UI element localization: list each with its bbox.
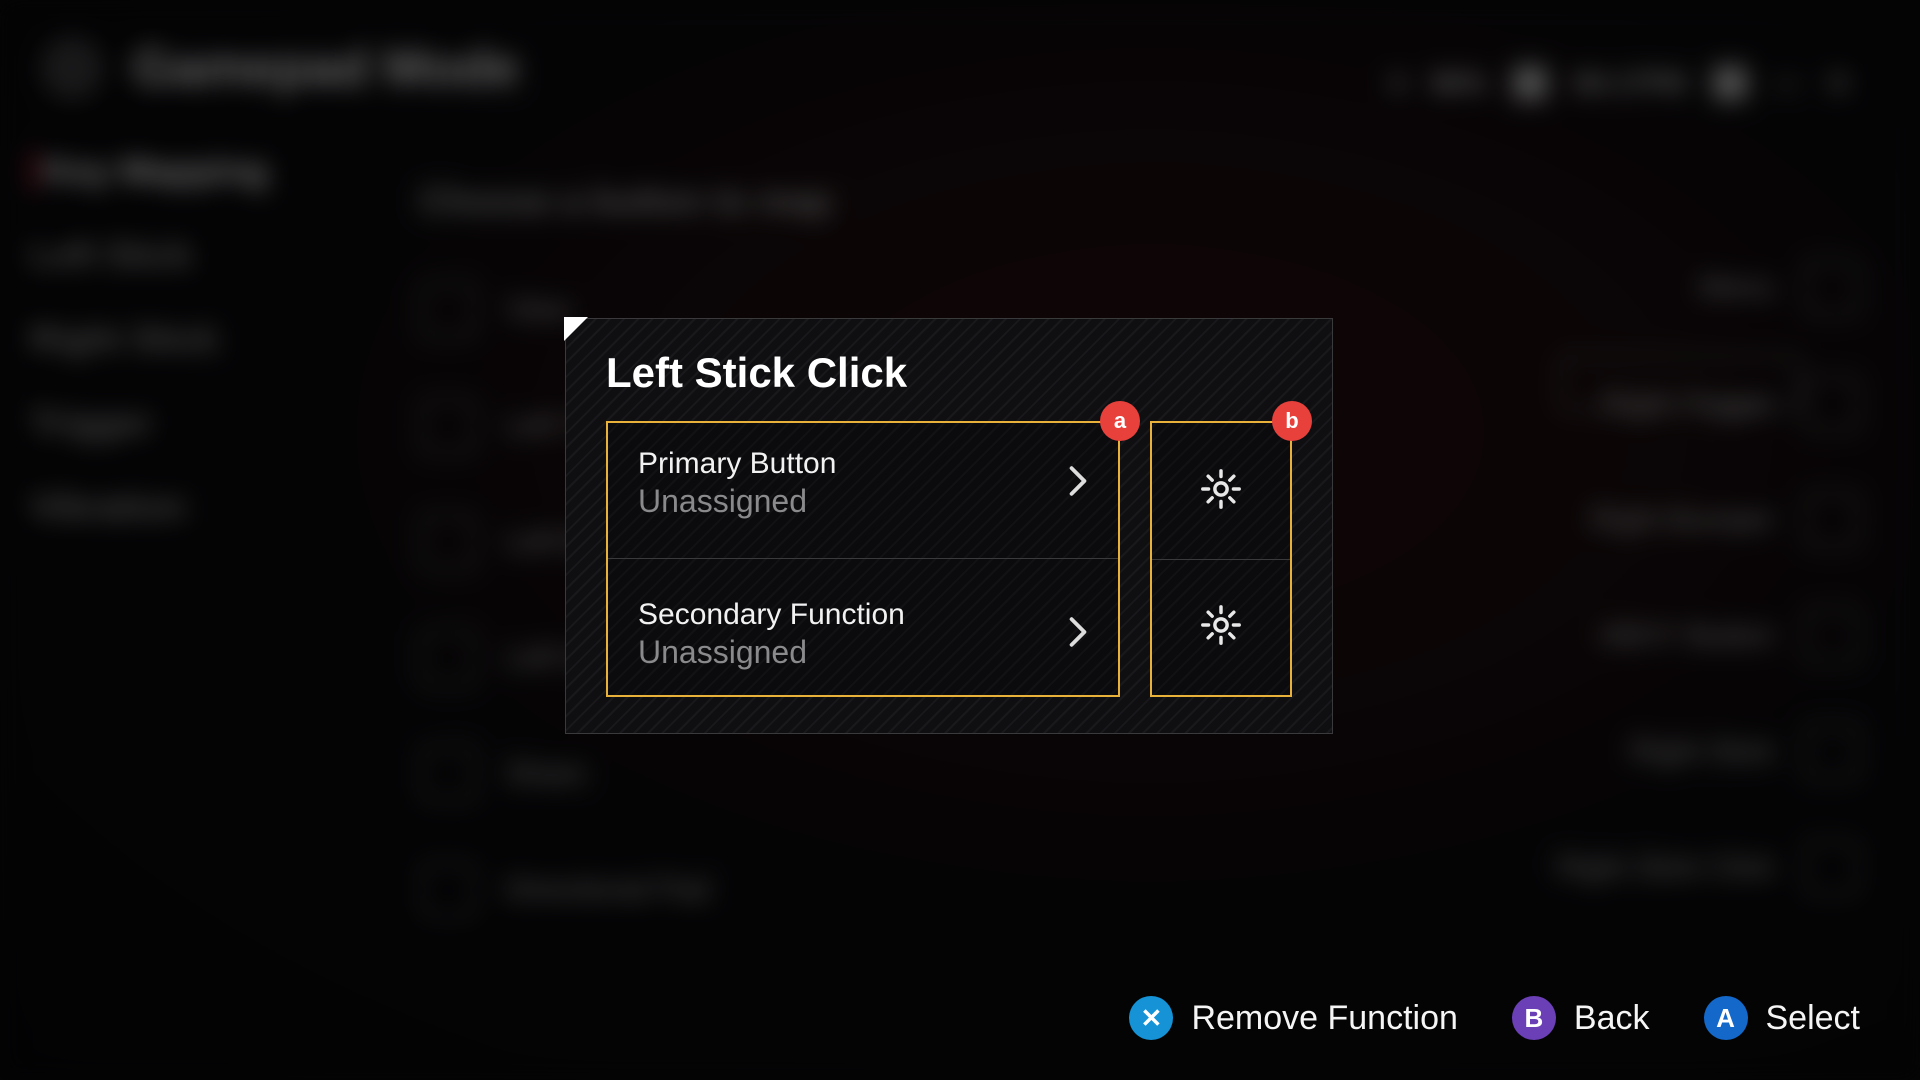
dialog-corner-accent — [564, 317, 588, 341]
secondary-function-label: Secondary Function — [638, 598, 905, 632]
left-stick-click-dialog: Left Stick Click a Primary Button Unassi… — [565, 318, 1333, 734]
prompt-back-label: Back — [1574, 999, 1650, 1038]
primary-button-label: Primary Button — [638, 447, 836, 481]
gear-icon — [1198, 466, 1244, 517]
secondary-function-value: Unassigned — [638, 634, 905, 671]
primary-button-value: Unassigned — [638, 483, 836, 520]
badge-b: b — [1272, 401, 1312, 441]
primary-button-row[interactable]: Primary Button Unassigned — [608, 423, 1118, 544]
secondary-settings-button[interactable] — [1152, 559, 1290, 695]
gear-icon — [1198, 602, 1244, 653]
secondary-function-row[interactable]: Secondary Function Unassigned — [608, 574, 1118, 695]
primary-settings-button[interactable] — [1152, 423, 1290, 559]
dialog-side-column: b — [1150, 421, 1292, 697]
chevron-right-icon — [1068, 465, 1088, 502]
prompt-remove-function[interactable]: ✕ Remove Function — [1129, 996, 1457, 1040]
prompt-select-label: Select — [1766, 999, 1861, 1038]
x-button-icon: ✕ — [1129, 996, 1173, 1040]
prompt-select[interactable]: A Select — [1704, 996, 1861, 1040]
chevron-right-icon — [1068, 616, 1088, 653]
footer-prompts: ✕ Remove Function B Back A Select — [1129, 996, 1860, 1040]
b-button-icon: B — [1512, 996, 1556, 1040]
dialog-title: Left Stick Click — [566, 319, 1332, 421]
badge-a: a — [1100, 401, 1140, 441]
dialog-main-column: a Primary Button Unassigned Secondary Fu… — [606, 421, 1120, 697]
a-button-icon: A — [1704, 996, 1748, 1040]
prompt-remove-label: Remove Function — [1191, 999, 1457, 1038]
prompt-back[interactable]: B Back — [1512, 996, 1650, 1040]
